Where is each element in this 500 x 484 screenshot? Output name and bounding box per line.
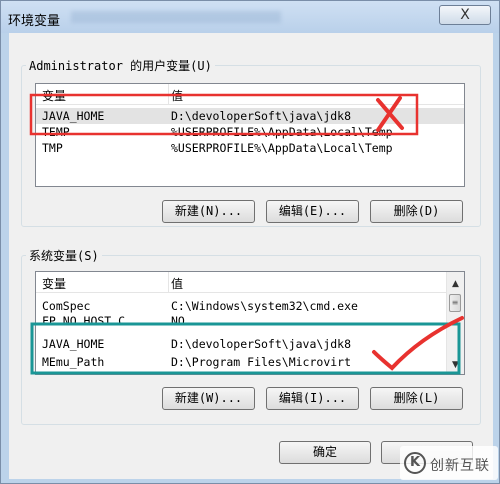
col-value[interactable]: 值 xyxy=(171,275,183,292)
var-name: MEmu_Path xyxy=(42,355,105,369)
system-vars-header: 变量 值 xyxy=(36,272,464,293)
system-delete-button[interactable]: 删除(L) xyxy=(370,387,463,410)
ok-button[interactable]: 确定 xyxy=(279,441,371,464)
var-value: %USERPROFILE%\AppData\Local\Temp xyxy=(171,141,393,155)
system-vars-label: 系统变量(S) xyxy=(26,247,102,264)
system-vars-list[interactable]: 变量 值 ComSpec C:\Windows\system32\cmd.exe… xyxy=(35,271,465,375)
var-value: %USERPROFILE%\AppData\Local\Temp xyxy=(171,125,393,139)
user-vars-list[interactable]: 变量 值 JAVA_HOME D:\devoloperSoft\java\jdk… xyxy=(35,83,465,187)
var-value: C:\Windows\system32\cmd.exe xyxy=(171,299,358,313)
var-name: TEMP xyxy=(42,125,70,139)
watermark-text: 创新互联 xyxy=(430,458,490,474)
scroll-thumb[interactable]: ≡ xyxy=(449,294,461,312)
var-name: JAVA_HOME xyxy=(42,109,105,123)
column-separator xyxy=(168,84,169,104)
column-separator xyxy=(168,272,169,292)
var-name: JAVA_HOME xyxy=(42,337,105,351)
list-item[interactable]: TEMP %USERPROFILE%\AppData\Local\Temp xyxy=(36,124,464,140)
dialog-client: Administrator 的用户变量(U) 变量 值 JAVA_HOME D:… xyxy=(9,33,493,479)
watermark-logo-icon: K xyxy=(404,452,426,474)
user-edit-button[interactable]: 编辑(E)... xyxy=(266,200,359,223)
var-value: D:\devoloperSoft\java\jdk8 xyxy=(171,337,352,351)
user-vars-label: Administrator 的用户变量(U) xyxy=(26,57,215,74)
user-vars-header: 变量 值 xyxy=(36,84,464,105)
var-value: NO xyxy=(171,314,185,324)
list-item[interactable]: FP_NO_HOST_C... NO xyxy=(36,314,464,324)
col-value[interactable]: 值 xyxy=(171,87,183,104)
var-value: D:\devoloperSoft\java\jdk8 xyxy=(171,109,352,123)
close-button[interactable]: X xyxy=(439,5,491,25)
system-edit-button[interactable]: 编辑(I)... xyxy=(266,387,359,410)
list-item[interactable]: TMP %USERPROFILE%\AppData\Local\Temp xyxy=(36,140,464,156)
blurred-title-area xyxy=(71,11,281,23)
list-item[interactable]: MEmu_Path D:\Program Files\Microvirt xyxy=(36,354,464,370)
list-item[interactable]: JAVA_HOME D:\devoloperSoft\java\jdk8 xyxy=(36,108,464,124)
scroll-down-icon[interactable]: ▼ xyxy=(447,357,464,374)
title-bar: 环境变量 X xyxy=(1,1,499,33)
scroll-up-icon[interactable]: ▲ xyxy=(447,276,464,293)
watermark: K 创新互联 xyxy=(400,446,498,480)
col-variable[interactable]: 变量 xyxy=(42,275,66,292)
system-new-button[interactable]: 新建(W)... xyxy=(162,387,255,410)
list-item[interactable]: JAVA_HOME D:\devoloperSoft\java\jdk8 xyxy=(36,336,464,352)
var-name: ComSpec xyxy=(42,299,91,313)
user-new-button[interactable]: 新建(N)... xyxy=(162,200,255,223)
list-item[interactable]: ComSpec C:\Windows\system32\cmd.exe xyxy=(36,298,464,314)
window-title: 环境变量 xyxy=(8,14,61,29)
var-name: TMP xyxy=(42,141,63,155)
env-vars-window: 环境变量 X Administrator 的用户变量(U) 变量 值 JAVA_… xyxy=(0,0,500,484)
user-delete-button[interactable]: 删除(D) xyxy=(370,200,463,223)
var-value: D:\Program Files\Microvirt xyxy=(171,355,352,369)
col-variable[interactable]: 变量 xyxy=(42,87,66,104)
system-vars-scrollbar[interactable]: ▲ ≡ ▼ xyxy=(446,272,464,374)
var-name: FP_NO_HOST_C... xyxy=(42,314,146,324)
